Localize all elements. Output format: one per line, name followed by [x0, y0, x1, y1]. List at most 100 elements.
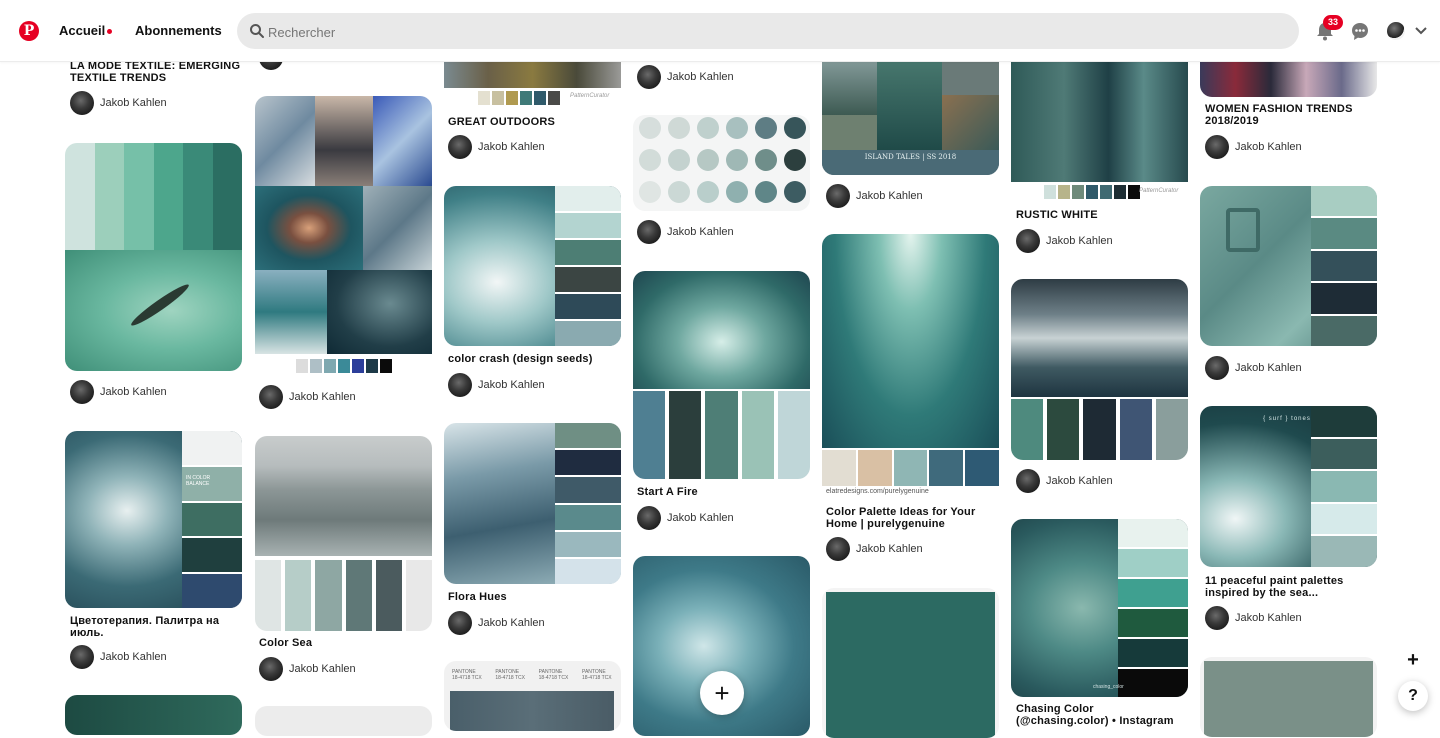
- author-avatar: [448, 135, 472, 159]
- pin-title[interactable]: RUSTIC WHITE: [1016, 209, 1188, 221]
- pin-author-byline[interactable]: Jakob Kahlen: [1016, 229, 1113, 253]
- new-content-dot-icon: [107, 29, 113, 35]
- paint-chip-grid: [639, 117, 806, 203]
- author-name: Jakob Kahlen: [667, 512, 734, 524]
- pin-author-byline[interactable]: Jakob Kahlen: [448, 373, 545, 397]
- pin-image[interactable]: [255, 706, 432, 736]
- author-name: Jakob Kahlen: [100, 386, 167, 398]
- pin-title[interactable]: Chasing Color (@chasing.color) • Instagr…: [1016, 703, 1188, 727]
- chevron-down-icon[interactable]: [1414, 24, 1428, 38]
- create-button[interactable]: +: [1398, 645, 1428, 675]
- pin-title[interactable]: Start A Fire: [637, 486, 809, 498]
- image-caption: IN COLOR BALANCE: [186, 474, 211, 487]
- author-name: Jakob Kahlen: [856, 190, 923, 202]
- author-name: Jakob Kahlen: [1046, 235, 1113, 247]
- pin-author-byline[interactable]: Jakob Kahlen: [70, 91, 167, 115]
- pin-author-byline[interactable]: Jakob Kahlen: [448, 611, 545, 635]
- author-name: Jakob Kahlen: [667, 226, 734, 238]
- pin-image[interactable]: { surf } tones: [1200, 406, 1377, 567]
- author-avatar: [70, 380, 94, 404]
- pin-author-byline[interactable]: Jakob Kahlen: [637, 506, 734, 530]
- author-name: Jakob Kahlen: [1235, 612, 1302, 624]
- pin-title[interactable]: color crash (design seeds): [448, 353, 620, 365]
- pin-title[interactable]: Цветотерапия. Палитра на июль.: [70, 615, 242, 639]
- pin-author-byline[interactable]: Jakob Kahlen: [826, 537, 923, 561]
- pin-image[interactable]: [633, 271, 810, 479]
- pin-author-byline[interactable]: Jakob Kahlen: [1205, 135, 1302, 159]
- pin-author-byline[interactable]: Jakob Kahlen: [259, 385, 356, 409]
- pin-author-byline[interactable]: Jakob Kahlen: [1016, 469, 1113, 493]
- pin-image[interactable]: chasing_color: [1011, 519, 1188, 697]
- pin-image[interactable]: ISLAND TALES | SS 2018: [822, 55, 999, 175]
- author-avatar: [637, 65, 661, 89]
- author-avatar: [259, 657, 283, 681]
- pin-image[interactable]: PatternCurator: [1011, 55, 1188, 201]
- pin-author-byline[interactable]: Jakob Kahlen: [259, 657, 356, 681]
- author-name: Jakob Kahlen: [667, 71, 734, 83]
- add-pin-button[interactable]: +: [700, 671, 744, 715]
- pin-title[interactable]: WOMEN FASHION TRENDS 2018/2019: [1205, 103, 1377, 127]
- pin-author-byline[interactable]: Jakob Kahlen: [826, 184, 923, 208]
- pin-image[interactable]: [822, 588, 999, 738]
- nav-following-link[interactable]: Abonnements: [135, 23, 222, 38]
- image-caption: PANTONE 18-4718 TCX: [452, 669, 482, 681]
- image-caption: PANTONE 18-4718 TCX: [538, 669, 569, 681]
- pin-image[interactable]: [255, 436, 432, 631]
- user-avatar[interactable]: [1387, 22, 1405, 40]
- pin-title[interactable]: 11 peaceful paint palettes inspired by t…: [1205, 575, 1377, 599]
- notification-count-badge: 33: [1323, 15, 1343, 30]
- pin-author-byline[interactable]: Jakob Kahlen: [637, 220, 734, 244]
- pin-image[interactable]: [65, 695, 242, 735]
- author-name: Jakob Kahlen: [100, 651, 167, 663]
- author-avatar: [1205, 606, 1229, 630]
- author-name: Jakob Kahlen: [1235, 141, 1302, 153]
- nav-home-link[interactable]: Accueil: [59, 23, 113, 38]
- author-avatar: [1205, 356, 1229, 380]
- pin-author-byline[interactable]: Jakob Kahlen: [448, 135, 545, 159]
- author-avatar: [826, 537, 850, 561]
- pin-image[interactable]: elatredesigns.com/purelygenuine: [822, 234, 999, 500]
- pin-title[interactable]: Flora Hues: [448, 591, 620, 603]
- author-name: Jakob Kahlen: [478, 379, 545, 391]
- pin-image[interactable]: [255, 96, 432, 376]
- author-avatar: [70, 91, 94, 115]
- pin-image[interactable]: [1200, 186, 1377, 346]
- help-button[interactable]: ?: [1398, 681, 1428, 711]
- messages-icon[interactable]: [1349, 20, 1371, 42]
- pin-title[interactable]: Color Sea: [259, 637, 431, 649]
- pin-image[interactable]: IN COLOR BALANCE: [65, 431, 242, 608]
- pinterest-logo-icon[interactable]: P: [19, 21, 39, 41]
- pin-author-byline[interactable]: Jakob Kahlen: [637, 65, 734, 89]
- top-nav-bar: P Accueil Abonnements 33: [0, 0, 1440, 62]
- image-caption: { surf } tones: [1263, 416, 1311, 422]
- pin-title[interactable]: LA MODE TEXTILE: EMERGING TEXTILE TRENDS: [70, 60, 242, 84]
- author-avatar: [1205, 135, 1229, 159]
- image-caption: PatternCurator: [570, 93, 610, 99]
- author-name: Jakob Kahlen: [478, 617, 545, 629]
- search-input[interactable]: [266, 19, 1170, 45]
- image-caption: chasing_color: [1093, 684, 1124, 690]
- author-name: Jakob Kahlen: [1235, 362, 1302, 374]
- pin-image[interactable]: [65, 143, 242, 371]
- pin-image[interactable]: [1200, 657, 1377, 737]
- pin-author-byline[interactable]: Jakob Kahlen: [1205, 606, 1302, 630]
- pin-author-byline[interactable]: Jakob Kahlen: [70, 645, 167, 669]
- image-caption: PANTONE 18-4718 TCX: [495, 669, 525, 681]
- author-avatar: [70, 645, 94, 669]
- pin-image[interactable]: [444, 423, 621, 584]
- pin-title[interactable]: GREAT OUTDOORS: [448, 116, 620, 128]
- nav-home-label: Accueil: [59, 23, 106, 38]
- pin-author-byline[interactable]: Jakob Kahlen: [70, 380, 167, 404]
- image-caption: PatternCurator: [1139, 188, 1179, 194]
- pin-image[interactable]: PatternCurator: [444, 55, 621, 109]
- pin-image[interactable]: [1011, 279, 1188, 460]
- author-name: Jakob Kahlen: [289, 391, 356, 403]
- pin-author-byline[interactable]: Jakob Kahlen: [1205, 356, 1302, 380]
- author-avatar: [259, 385, 283, 409]
- pin-title[interactable]: Color Palette Ideas for Your Home | pure…: [826, 506, 998, 530]
- pin-image[interactable]: [444, 186, 621, 346]
- search-bar[interactable]: [237, 13, 1299, 49]
- pin-image[interactable]: PANTONE 18-4718 TCX PANTONE 18-4718 TCX …: [444, 661, 621, 731]
- image-caption: elatredesigns.com/purelygenuine: [826, 488, 929, 495]
- pin-image[interactable]: [633, 115, 810, 211]
